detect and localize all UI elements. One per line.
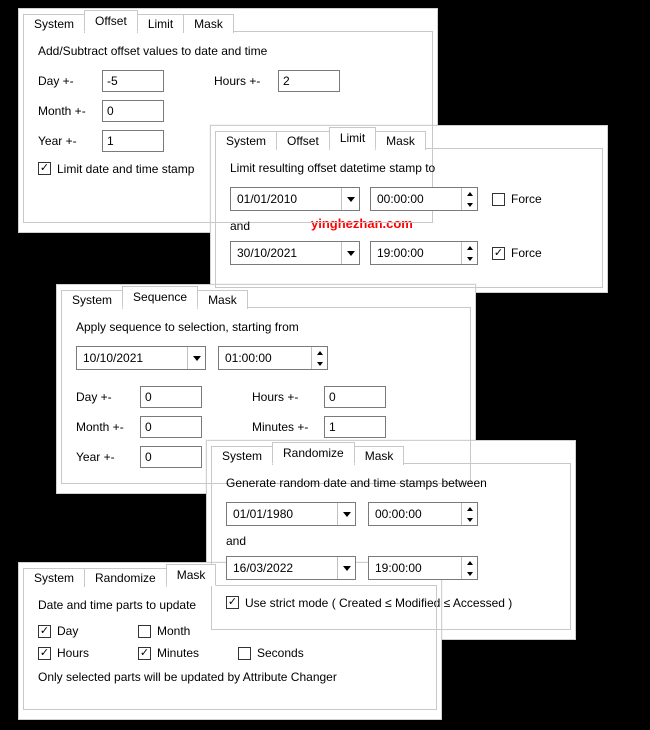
and-label: and <box>226 534 556 548</box>
checkbox-icon: ✓ <box>138 647 151 660</box>
spinner-icon[interactable] <box>461 557 477 579</box>
checkbox-icon <box>492 193 505 206</box>
tab-system[interactable]: System <box>23 14 85 33</box>
force-label: Force <box>511 192 542 206</box>
chevron-down-icon[interactable] <box>187 347 205 369</box>
checkbox-icon: ✓ <box>38 625 51 638</box>
checkbox-icon <box>138 625 151 638</box>
seconds-checkbox[interactable]: Seconds <box>238 646 338 660</box>
force-from-checkbox[interactable]: Force <box>492 192 542 206</box>
tab-system[interactable]: System <box>215 131 277 150</box>
sequence-start-date-input[interactable] <box>77 347 187 369</box>
mask-note: Only selected parts will be updated by A… <box>38 670 422 684</box>
checkbox-icon: ✓ <box>38 647 51 660</box>
limit-description: Limit resulting offset datetime stamp to <box>230 161 588 175</box>
mask-description: Date and time parts to update <box>38 598 422 612</box>
tab-system[interactable]: System <box>211 446 273 465</box>
randomize-from-time[interactable] <box>368 502 478 526</box>
tab-system[interactable]: System <box>23 568 85 587</box>
limit-to-time[interactable] <box>370 241 478 265</box>
tab-mask[interactable]: Mask <box>166 564 217 586</box>
sequence-start-time[interactable] <box>218 346 328 370</box>
limit-from-time[interactable] <box>370 187 478 211</box>
month-label: Month <box>157 624 190 638</box>
minutes-input[interactable] <box>324 416 386 438</box>
randomize-from-date[interactable] <box>226 502 356 526</box>
force-label: Force <box>511 246 542 260</box>
spinner-icon[interactable] <box>461 503 477 525</box>
tab-mask[interactable]: Mask <box>375 131 426 150</box>
year-input[interactable] <box>102 130 164 152</box>
hours-checkbox[interactable]: ✓ Hours <box>38 646 138 660</box>
chevron-down-icon[interactable] <box>341 242 359 264</box>
minutes-label: Minutes <box>157 646 199 660</box>
limit-from-date[interactable] <box>230 187 360 211</box>
sequence-start-time-input[interactable] <box>219 347 311 369</box>
spinner-icon[interactable] <box>461 242 477 264</box>
and-label: and <box>230 219 588 233</box>
year-label: Year +- <box>38 134 102 148</box>
month-input[interactable] <box>102 100 164 122</box>
tab-limit[interactable]: Limit <box>137 14 184 33</box>
tab-offset[interactable]: Offset <box>84 10 138 32</box>
checkbox-icon: ✓ <box>492 247 505 260</box>
chevron-down-icon[interactable] <box>337 503 355 525</box>
day-input[interactable] <box>102 70 164 92</box>
limit-date-time-checkbox[interactable]: ✓ Limit date and time stamp <box>38 162 194 176</box>
checkbox-icon <box>238 647 251 660</box>
sequence-start-date[interactable] <box>76 346 206 370</box>
hours-input[interactable] <box>324 386 386 408</box>
day-label: Day +- <box>38 74 102 88</box>
randomize-from-date-input[interactable] <box>227 503 337 525</box>
spinner-icon[interactable] <box>311 347 327 369</box>
randomize-from-time-input[interactable] <box>369 503 461 525</box>
tab-mask[interactable]: Mask <box>354 446 405 465</box>
limit-to-date[interactable] <box>230 241 360 265</box>
hours-input[interactable] <box>278 70 340 92</box>
limit-from-date-input[interactable] <box>231 188 341 210</box>
tab-mask[interactable]: Mask <box>183 14 234 33</box>
randomize-description: Generate random date and time stamps bet… <box>226 476 556 490</box>
day-checkbox[interactable]: ✓ Day <box>38 624 138 638</box>
limit-from-time-input[interactable] <box>371 188 461 210</box>
month-label: Month +- <box>38 104 102 118</box>
force-to-checkbox[interactable]: ✓ Force <box>492 246 542 260</box>
year-input[interactable] <box>140 446 202 468</box>
limit-to-time-input[interactable] <box>371 242 461 264</box>
tab-limit[interactable]: Limit <box>329 127 376 149</box>
tab-randomize[interactable]: Randomize <box>84 568 167 587</box>
tab-sequence[interactable]: Sequence <box>122 286 198 308</box>
tab-mask[interactable]: Mask <box>197 290 248 309</box>
limit-date-time-label: Limit date and time stamp <box>57 162 194 176</box>
month-label: Month +- <box>76 420 140 434</box>
offset-description: Add/Subtract offset values to date and t… <box>38 44 418 58</box>
day-input[interactable] <box>140 386 202 408</box>
minutes-checkbox[interactable]: ✓ Minutes <box>138 646 238 660</box>
limit-to-date-input[interactable] <box>231 242 341 264</box>
tab-offset[interactable]: Offset <box>276 131 330 150</box>
month-checkbox[interactable]: Month <box>138 624 238 638</box>
hours-label: Hours +- <box>214 74 278 88</box>
spinner-icon[interactable] <box>461 188 477 210</box>
seconds-label: Seconds <box>257 646 304 660</box>
checkbox-icon: ✓ <box>38 162 51 175</box>
month-input[interactable] <box>140 416 202 438</box>
day-label: Day +- <box>76 390 140 404</box>
day-label: Day <box>57 624 78 638</box>
hours-label: Hours +- <box>252 390 324 404</box>
hours-label: Hours <box>57 646 89 660</box>
minutes-label: Minutes +- <box>252 420 324 434</box>
chevron-down-icon[interactable] <box>341 188 359 210</box>
sequence-description: Apply sequence to selection, starting fr… <box>76 320 456 334</box>
tab-system[interactable]: System <box>61 290 123 309</box>
year-label: Year +- <box>76 450 140 464</box>
tab-randomize[interactable]: Randomize <box>272 442 355 464</box>
